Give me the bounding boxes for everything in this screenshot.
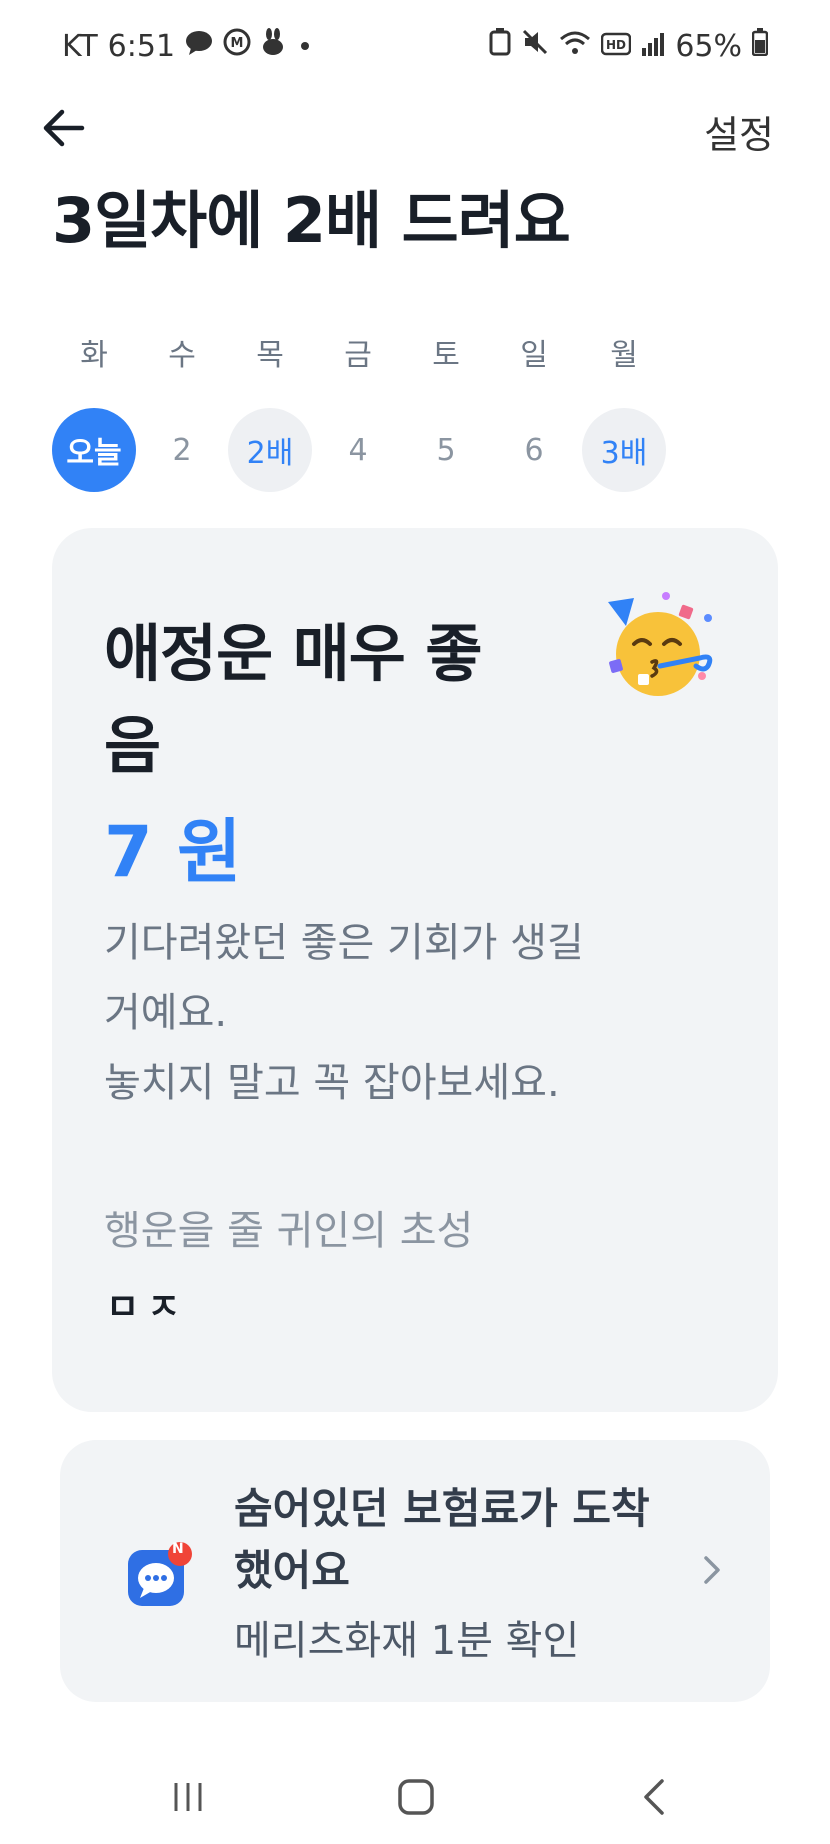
insurance-promo-card[interactable]: N 숨어있던 보험료가 도착했어요 메리츠화재 1분 확인 bbox=[60, 1440, 770, 1702]
system-back-button[interactable] bbox=[624, 1772, 684, 1822]
recent-apps-button[interactable] bbox=[158, 1772, 218, 1822]
dot-icon bbox=[301, 42, 310, 50]
promo-subtitle: 메리츠화재 1분 확인 bbox=[234, 1618, 580, 1664]
day-sat[interactable]: 토 5 bbox=[404, 330, 488, 492]
status-left: KT 6:51 M bbox=[62, 28, 310, 64]
system-nav-bar bbox=[0, 1754, 830, 1844]
day-badge: 4 bbox=[348, 432, 368, 468]
m-icon: M bbox=[223, 28, 251, 64]
day-badge-bonus: 3배 bbox=[582, 408, 666, 492]
arrow-left-icon bbox=[43, 109, 85, 147]
fortune-description: 기다려왔던 좋은 기회가 생길 거예요. 놓치지 말고 꼭 잡아보세요. bbox=[104, 920, 584, 1106]
fortune-title: 애정운 매우 좋음 bbox=[104, 617, 482, 782]
day-name: 수 bbox=[168, 338, 196, 373]
back-button[interactable] bbox=[32, 96, 96, 160]
fortune-card: 애정운 매우 좋음 7 원 기다려왔던 좋은 기회가 생길 거예요. 놓치지 말… bbox=[52, 528, 778, 1412]
day-name: 금 bbox=[344, 338, 372, 373]
day-badge: 6 bbox=[524, 432, 544, 468]
settings-button[interactable]: 설정 bbox=[704, 104, 774, 159]
day-name: 목 bbox=[256, 338, 284, 373]
day-wed[interactable]: 수 2 bbox=[140, 330, 224, 492]
signal-icon bbox=[641, 29, 665, 64]
status-bar: KT 6:51 M HD 65% bbox=[0, 0, 830, 92]
lucky-person-label: 행운을 줄 귀인의 초성 bbox=[104, 1208, 474, 1254]
day-name: 월 bbox=[610, 338, 638, 373]
chevron-right-icon bbox=[700, 1552, 724, 1588]
promo-title: 숨어있던 보험료가 도착했어요 bbox=[234, 1484, 650, 1595]
recent-apps-icon bbox=[174, 1783, 202, 1811]
day-sun[interactable]: 일 6 bbox=[492, 330, 576, 492]
battery-percent: 65% bbox=[675, 28, 742, 64]
back-icon bbox=[644, 1779, 664, 1815]
page-title: 3일차에 2배 드려요 bbox=[52, 184, 571, 257]
day-thu[interactable]: 목 2배 bbox=[228, 330, 312, 492]
week-attendance: 화 오늘 수 2 목 2배 금 4 토 5 일 6 월 3배 bbox=[52, 330, 776, 492]
reward-amount: 7 원 bbox=[104, 811, 242, 893]
rabbit-icon bbox=[261, 28, 285, 64]
message-chat-icon: N bbox=[126, 1541, 192, 1606]
day-fri[interactable]: 금 4 bbox=[316, 330, 400, 492]
notification-badge: N bbox=[172, 1541, 184, 1557]
battery-saver-icon bbox=[489, 28, 511, 64]
day-tue[interactable]: 화 오늘 bbox=[52, 330, 136, 492]
battery-icon bbox=[751, 28, 769, 64]
clock: 6:51 bbox=[107, 28, 176, 64]
hd-icon: HD bbox=[601, 29, 632, 64]
party-face-icon bbox=[604, 588, 722, 706]
svg-text:HD: HD bbox=[606, 38, 626, 52]
chat-bubble-icon bbox=[185, 29, 213, 64]
status-right: HD 65% bbox=[489, 28, 769, 64]
wifi-icon bbox=[559, 29, 591, 64]
day-mon[interactable]: 월 3배 bbox=[582, 330, 666, 492]
mute-icon bbox=[521, 28, 549, 64]
lucky-person-initials: ㅁㅈ bbox=[106, 1287, 189, 1328]
day-badge: 2 bbox=[172, 432, 192, 468]
day-badge-today: 오늘 bbox=[52, 408, 136, 492]
day-badge-bonus: 2배 bbox=[228, 408, 312, 492]
day-name: 화 bbox=[80, 338, 108, 373]
day-badge: 5 bbox=[436, 432, 456, 468]
carrier-label: KT bbox=[62, 28, 98, 64]
home-button[interactable] bbox=[386, 1772, 446, 1822]
home-icon bbox=[398, 1779, 434, 1815]
day-name: 일 bbox=[520, 338, 548, 373]
svg-text:M: M bbox=[231, 36, 244, 51]
day-name: 토 bbox=[432, 338, 460, 373]
